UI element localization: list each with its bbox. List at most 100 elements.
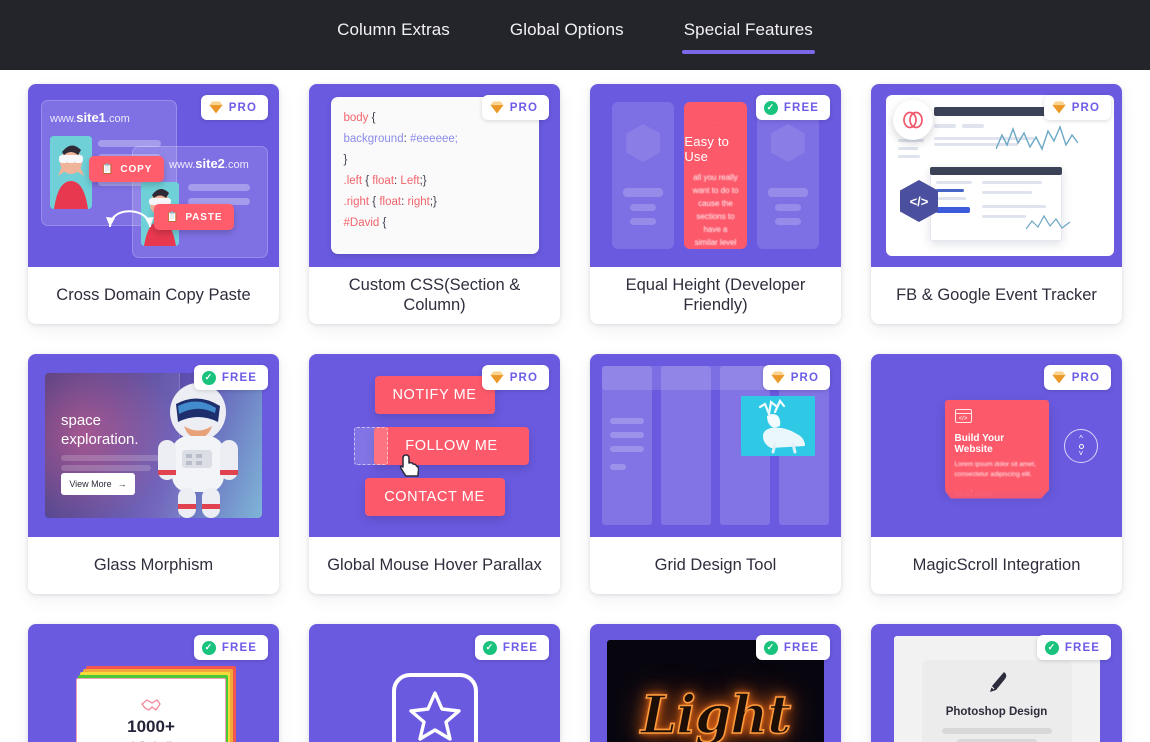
code-token: Left	[400, 175, 420, 187]
code-token: {	[362, 175, 373, 187]
code-token: body	[343, 112, 369, 124]
link-icon-badge	[893, 100, 933, 140]
neon-word: Light	[640, 684, 792, 742]
site1-url: www.site1.com	[50, 110, 130, 125]
star-icon-frame	[391, 672, 478, 742]
card-title: Global Mouse Hover Parallax	[327, 555, 542, 574]
arrow-right-icon: →	[996, 488, 1005, 498]
contact-me-button[interactable]: CONTACT ME	[364, 477, 505, 516]
vr-person-illustration	[50, 136, 92, 209]
site2-url: www.site2.com	[169, 156, 249, 171]
status-badge-pro: PRO	[200, 95, 268, 120]
hero-heading: space exploration.	[61, 412, 139, 448]
copy-button[interactable]: 📋 COPY	[89, 156, 165, 182]
mock-line	[982, 191, 1032, 194]
card-star-icon[interactable]: ✓ FREE	[309, 624, 560, 742]
placeholder-bar	[774, 218, 801, 225]
chevron-up-icon: ^	[1079, 434, 1083, 443]
chain-link-icon	[903, 111, 923, 129]
card-equal-height[interactable]: ✓ FREE Easy to Use all you really want t…	[590, 84, 841, 324]
mock-line	[982, 205, 1046, 208]
equal-height-column-right	[756, 102, 819, 249]
badge-label: FREE	[783, 101, 819, 114]
deer-illustration	[741, 396, 815, 456]
hexagon-placeholder-icon	[770, 124, 805, 162]
grid-column	[602, 366, 652, 525]
placeholder-bar	[774, 204, 801, 211]
astronaut-illustration	[158, 383, 238, 518]
card-cross-domain-copy-paste[interactable]: PRO www.site1.com www.site2.com 📋 COPY 📋…	[28, 84, 279, 324]
mock-line	[936, 189, 964, 192]
mock-line	[982, 215, 1026, 218]
mock-line	[936, 197, 966, 200]
status-badge-free: ✓ FREE	[193, 365, 268, 390]
parallax-offset-ghost	[354, 426, 388, 465]
card-title: Equal Height (Developer Friendly)	[625, 275, 806, 314]
placeholder-bar	[623, 188, 664, 197]
code-token: .right	[343, 196, 370, 208]
status-badge-free: ✓ FREE	[1036, 635, 1111, 660]
read-more-link[interactable]: Read more →	[955, 489, 1039, 498]
tab-special-features[interactable]: Special Features	[681, 16, 816, 54]
badge-label: PRO	[790, 371, 819, 384]
card-thumbnail: ✓ FREE	[309, 624, 560, 742]
badge-label: PRO	[1071, 371, 1100, 384]
css-code-preview: body {background: #eeeeee;} .left { float…	[330, 97, 539, 254]
mock-button	[936, 207, 970, 213]
card-satisfied-client-counter[interactable]: ✓ FREE 1000+ Satisfied Client	[28, 624, 279, 742]
card-custom-css[interactable]: PRO body {background: #eeeeee;} .left { f…	[309, 84, 560, 324]
code-token: #David	[343, 217, 380, 229]
card-thumbnail: ✓ FREE Easy to Use all you really want t…	[590, 84, 841, 267]
clipboard-icon: 📋	[101, 163, 115, 175]
status-badge-free: ✓ FREE	[755, 95, 830, 120]
click-hand-hexagon-icon	[715, 122, 716, 123]
mock-panel-header	[930, 167, 1062, 175]
card-grid-design-tool[interactable]: PRO Grid Design Tool	[590, 354, 841, 594]
mock-toolbar	[934, 107, 1052, 116]
card-body-text: Lorem ipsum dolor sit amet, consectetur …	[954, 460, 1036, 478]
arrow-right-icon: →	[117, 479, 127, 489]
tab-column-extras[interactable]: Column Extras	[335, 16, 452, 54]
status-badge-pro: PRO	[762, 365, 830, 390]
gem-icon	[1052, 101, 1066, 114]
status-badge-pro: PRO	[481, 365, 549, 390]
code-token: .left	[343, 175, 363, 187]
paste-button[interactable]: 📋 PASTE	[154, 204, 235, 230]
check-circle-icon: ✓	[763, 640, 778, 655]
feature-card-grid: PRO www.site1.com www.site2.com 📋 COPY 📋…	[0, 70, 1150, 742]
equal-height-column-middle: Easy to Use all you really want to do to…	[684, 102, 747, 249]
placeholder-bar	[630, 218, 657, 225]
gem-icon	[490, 371, 504, 384]
card-photoshop-design[interactable]: ✓ FREE Photoshop Design Learn More ⟶	[871, 624, 1122, 742]
card-glass-morphism[interactable]: ✓ FREE space exploration. View More → Gl…	[28, 354, 279, 594]
card-light-neon-text[interactable]: ✓ FREE Light	[590, 624, 841, 742]
card-fb-google-event-tracker[interactable]: PRO </> FB & Google Event Tracker	[871, 84, 1122, 324]
check-circle-icon: ✓	[1044, 640, 1059, 655]
site1-photo	[50, 136, 92, 209]
status-badge-pro: PRO	[1043, 95, 1111, 120]
card-title: Grid Design Tool	[654, 555, 777, 574]
placeholder-bar	[188, 184, 250, 191]
badge-label: FREE	[502, 641, 538, 654]
card-magicscroll-integration[interactable]: PRO </> Build Your Website Lorem ipsum d…	[871, 354, 1122, 594]
status-badge-free: ✓ FREE	[755, 635, 830, 660]
notify-me-button[interactable]: NOTIFY ME	[374, 375, 495, 414]
column-heading: Easy to Use	[684, 134, 730, 164]
code-token: {	[379, 217, 387, 229]
card-title: MagicScroll Integration	[912, 555, 1081, 574]
code-token: #eeeeee;	[410, 133, 458, 145]
magicscroll-content-card: </> Build Your Website Lorem ipsum dolor…	[944, 399, 1049, 498]
mouse-cursor-icon	[399, 454, 419, 477]
badge-label: FREE	[221, 371, 257, 384]
badge-label: FREE	[783, 641, 819, 654]
tab-global-options[interactable]: Global Options	[508, 16, 626, 54]
card-heading: Build Your Website	[954, 432, 1005, 455]
card-thumbnail: PRO body {background: #eeeeee;} .left { f…	[309, 84, 560, 267]
status-badge-free: ✓ FREE	[193, 635, 268, 660]
deer-photo	[741, 396, 815, 456]
view-more-button[interactable]: View More →	[61, 473, 135, 495]
placeholder-bar	[630, 204, 657, 211]
code-line: }	[344, 150, 526, 171]
gem-icon	[209, 101, 223, 114]
card-global-mouse-hover-parallax[interactable]: PRO NOTIFY ME FOLLOW ME CONTACT ME Globa…	[309, 354, 560, 594]
